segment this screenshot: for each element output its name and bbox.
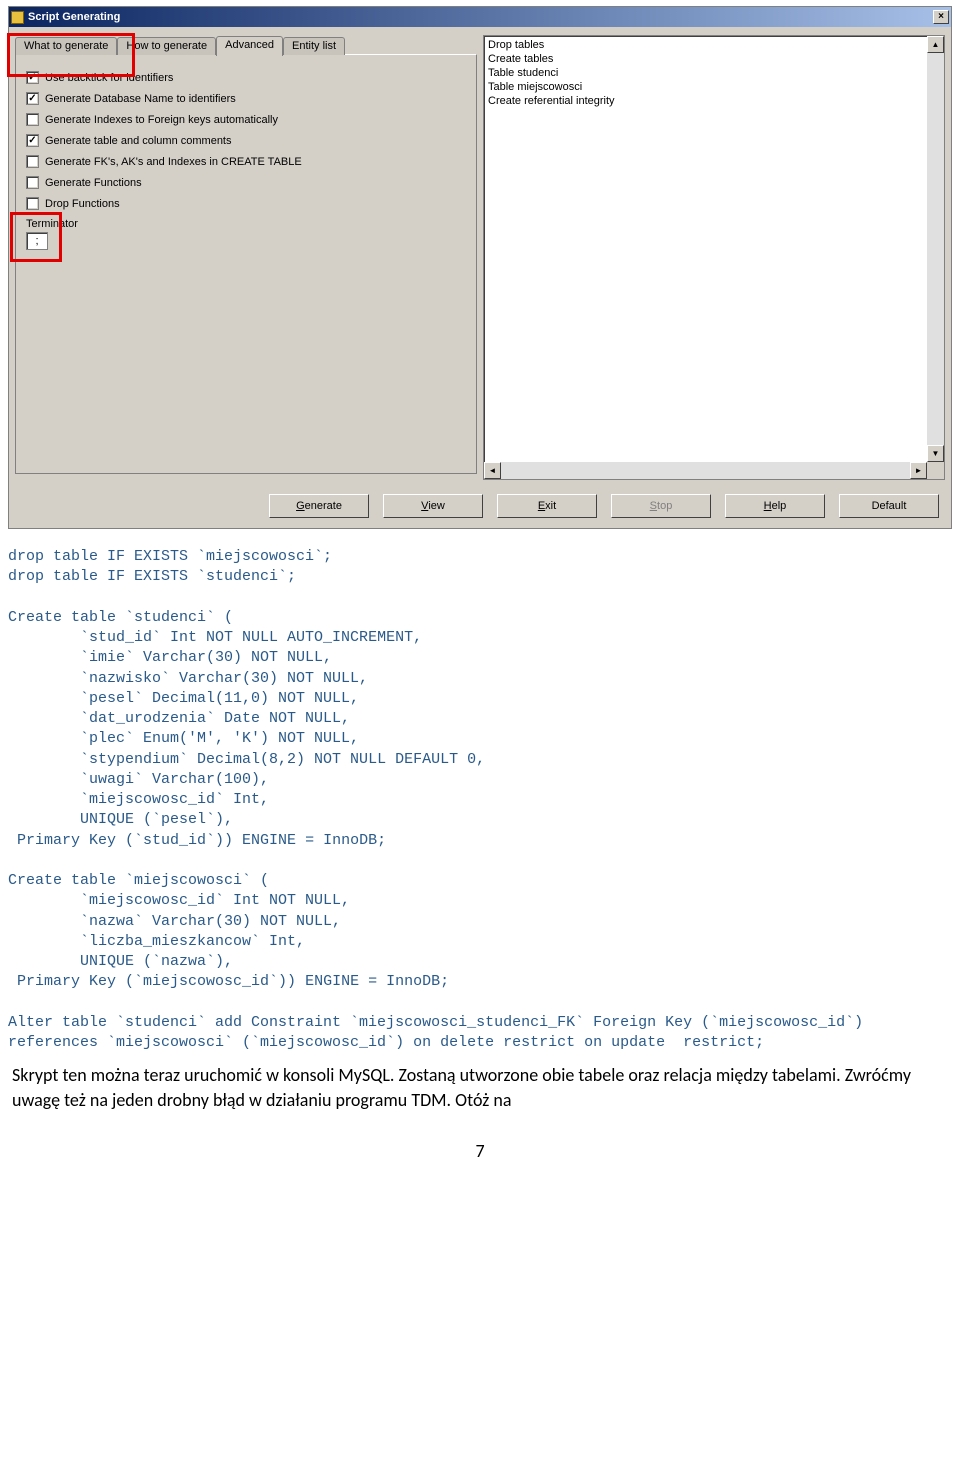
sql-code-block: drop table IF EXISTS `miejscowosci`; dro… bbox=[0, 539, 960, 1053]
window-title: Script Generating bbox=[28, 11, 120, 23]
label-dbname: Generate Database Name to identifiers bbox=[45, 93, 236, 105]
help-button[interactable]: Help bbox=[725, 494, 825, 518]
app-icon bbox=[11, 11, 24, 24]
left-panel: What to generate How to generate Advance… bbox=[15, 35, 477, 480]
window: Script Generating × What to generate How… bbox=[8, 6, 952, 529]
checkbox-backtick[interactable] bbox=[26, 71, 39, 84]
button-row: Generate View Exit Stop Help Default bbox=[15, 480, 945, 522]
default-button[interactable]: Default bbox=[839, 494, 939, 518]
checkbox-dbname[interactable] bbox=[26, 92, 39, 105]
checkbox-genfn[interactable] bbox=[26, 176, 39, 189]
label-fkindex: Generate Indexes to Foreign keys automat… bbox=[45, 114, 278, 126]
right-panel: Drop tables Create tables Table studenci… bbox=[483, 35, 945, 480]
titlebar: Script Generating × bbox=[9, 7, 951, 27]
advanced-tab-content: Use backtick for identifiers Generate Da… bbox=[15, 54, 477, 474]
terminator-input[interactable] bbox=[26, 232, 48, 250]
option-backtick: Use backtick for identifiers bbox=[26, 71, 466, 84]
option-fkak: Generate FK's, AK's and Indexes in CREAT… bbox=[26, 155, 466, 168]
list-item: Create referential integrity bbox=[488, 94, 940, 108]
list-item: Table studenci bbox=[488, 66, 940, 80]
list-item: Drop tables bbox=[488, 38, 940, 52]
close-button[interactable]: × bbox=[933, 10, 949, 24]
scroll-corner bbox=[927, 462, 944, 479]
list-item: Table miejscowosci bbox=[488, 80, 940, 94]
dialog-body: What to generate How to generate Advance… bbox=[9, 27, 951, 528]
scrollbar-vertical[interactable]: ▲ ▼ bbox=[927, 36, 944, 462]
scroll-left-icon[interactable]: ◄ bbox=[484, 462, 501, 479]
log-listbox[interactable]: Drop tables Create tables Table studenci… bbox=[483, 35, 945, 480]
label-genfn: Generate Functions bbox=[45, 177, 142, 189]
body-paragraph: Skrypt ten można teraz uruchomić w konso… bbox=[0, 1053, 960, 1112]
label-comments: Generate table and column comments bbox=[45, 135, 232, 147]
label-dropfn: Drop Functions bbox=[45, 198, 120, 210]
checkbox-dropfn[interactable] bbox=[26, 197, 39, 210]
stop-button: Stop bbox=[611, 494, 711, 518]
tab-how-to-generate[interactable]: How to generate bbox=[117, 37, 216, 55]
checkbox-comments[interactable] bbox=[26, 134, 39, 147]
tab-what-to-generate[interactable]: What to generate bbox=[15, 37, 117, 55]
list-item: Create tables bbox=[488, 52, 940, 66]
option-dbname: Generate Database Name to identifiers bbox=[26, 92, 466, 105]
tab-entity-list[interactable]: Entity list bbox=[283, 37, 345, 55]
scroll-track-h[interactable] bbox=[501, 462, 910, 479]
view-button[interactable]: View bbox=[383, 494, 483, 518]
option-comments: Generate table and column comments bbox=[26, 134, 466, 147]
generate-button[interactable]: Generate bbox=[269, 494, 369, 518]
tab-strip: What to generate How to generate Advance… bbox=[15, 35, 477, 55]
label-fkak: Generate FK's, AK's and Indexes in CREAT… bbox=[45, 156, 302, 168]
exit-button[interactable]: Exit bbox=[497, 494, 597, 518]
scroll-down-icon[interactable]: ▼ bbox=[927, 445, 944, 462]
page-number: 7 bbox=[0, 1112, 960, 1170]
terminator-label: Terminator bbox=[26, 218, 466, 230]
label-backtick: Use backtick for identifiers bbox=[45, 72, 173, 84]
checkbox-fkak[interactable] bbox=[26, 155, 39, 168]
scroll-up-icon[interactable]: ▲ bbox=[927, 36, 944, 53]
option-dropfn: Drop Functions bbox=[26, 197, 466, 210]
scrollbar-horizontal[interactable]: ◄ ► bbox=[484, 462, 927, 479]
checkbox-fkindex[interactable] bbox=[26, 113, 39, 126]
scroll-right-icon[interactable]: ► bbox=[910, 462, 927, 479]
option-fkindex: Generate Indexes to Foreign keys automat… bbox=[26, 113, 466, 126]
scroll-track-v[interactable] bbox=[927, 53, 944, 445]
tab-advanced[interactable]: Advanced bbox=[216, 36, 283, 56]
option-genfn: Generate Functions bbox=[26, 176, 466, 189]
